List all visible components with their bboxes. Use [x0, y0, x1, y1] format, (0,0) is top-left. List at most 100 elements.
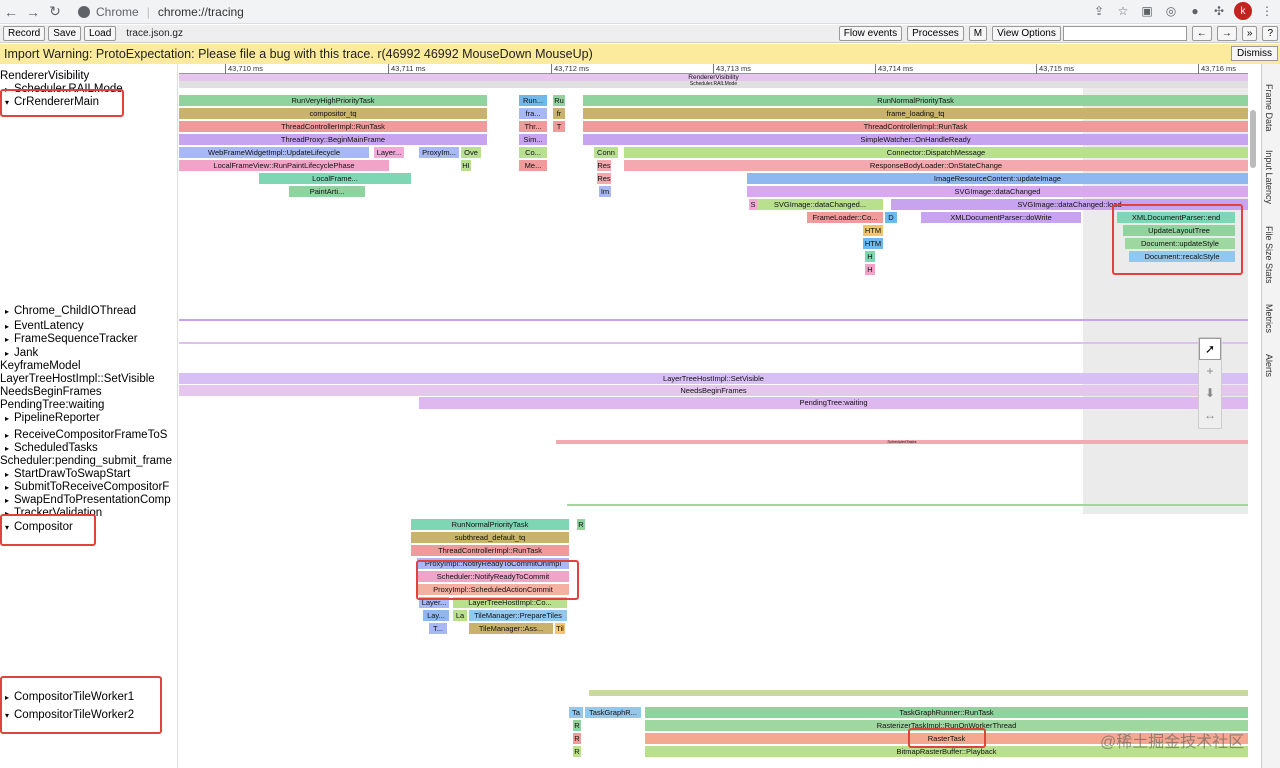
slice[interactable]: T... [429, 623, 447, 634]
slice[interactable]: Til [555, 623, 565, 634]
track-label[interactable]: ▸ FrameSequenceTracker [0, 333, 138, 345]
slice[interactable]: RunNormalPriorityTask [583, 95, 1248, 106]
slice[interactable]: H [865, 251, 875, 262]
slice[interactable]: compositor_tq [179, 108, 487, 119]
extension-circle-icon[interactable]: ◎ [1162, 2, 1180, 20]
bookmark-star-icon[interactable]: ☆ [1114, 2, 1132, 20]
dismiss-button[interactable]: Dismiss [1231, 46, 1278, 61]
track-label[interactable]: LayerTreeHostImpl::SetVisible [0, 373, 155, 385]
slice[interactable]: La [453, 610, 467, 621]
site-info-icon[interactable] [78, 6, 90, 18]
menu-dots-icon[interactable]: ⋮ [1258, 2, 1276, 20]
slice[interactable]: ThreadControllerImpl::RunTask [179, 121, 487, 132]
slice[interactable]: Co... [519, 147, 547, 158]
slice[interactable]: ThreadControllerImpl::RunTask [583, 121, 1248, 132]
slice[interactable]: RunNormalPriorityTask [411, 519, 569, 530]
side-tab-metrics[interactable]: Metrics [1264, 304, 1274, 333]
slice[interactable]: ThreadProxy::BeginMainFrame [179, 134, 487, 145]
slice[interactable]: Thr... [519, 121, 547, 132]
slice[interactable]: Conn [594, 147, 618, 158]
slice[interactable]: H [865, 264, 875, 275]
slice[interactable]: ScheduledTasks [556, 440, 1248, 444]
track-label[interactable]: ▸ SubmitToReceiveCompositorF [0, 481, 169, 493]
side-tab-input-latency[interactable]: Input Latency [1264, 150, 1274, 204]
prev-result-button[interactable]: ← [1191, 26, 1212, 41]
slice[interactable]: WebFrameWidgetImpl::UpdateLifecycle [179, 147, 369, 158]
save-button[interactable]: Save [48, 26, 82, 41]
slice[interactable]: Res [597, 173, 611, 184]
slice[interactable]: SimpleWatcher::OnHandleReady [583, 134, 1248, 145]
track-label[interactable]: ▸ PipelineReporter [0, 412, 100, 424]
slice[interactable]: Scheduler.RAILMode [179, 81, 1248, 88]
slice[interactable]: HTM [863, 225, 883, 236]
track-label[interactable]: NeedsBeginFrames [0, 386, 102, 398]
slice[interactable]: subthread_default_tq [411, 532, 569, 543]
slice[interactable]: fra... [519, 108, 547, 119]
flow-events-button[interactable]: Flow events [838, 26, 903, 41]
slice[interactable]: Sim... [519, 134, 547, 145]
slice[interactable]: XMLDocumentParser::doWrite [921, 212, 1081, 223]
track-label[interactable]: PendingTree:waiting [0, 399, 104, 411]
slice[interactable]: SVGImage::dataChanged [747, 186, 1248, 197]
slice[interactable]: LocalFrame... [259, 173, 411, 184]
slice[interactable]: Me... [519, 160, 547, 171]
record-button[interactable]: Record [3, 26, 46, 41]
slice[interactable]: SVGImage::dataChanged... [757, 199, 883, 210]
track-label[interactable]: RendererVisibility [0, 70, 89, 82]
extension-icon[interactable]: ▣ [1138, 2, 1156, 20]
slice[interactable]: R [573, 733, 581, 744]
slice[interactable]: TaskGraphRunner::RunTask [645, 707, 1248, 718]
slice[interactable]: LayerTreeHostImpl::SetVisible [179, 373, 1248, 384]
slice[interactable]: Ru [553, 95, 565, 106]
slice[interactable]: RunVeryHighPriorityTask [179, 95, 487, 106]
slice[interactable]: Connector::DispatchMessage [624, 147, 1248, 158]
track-label[interactable]: ▸ ReceiveCompositorFrameToS [0, 429, 167, 441]
slice[interactable]: TileManager::Ass... [469, 623, 553, 634]
slice[interactable]: Layer... [374, 147, 404, 158]
slice[interactable]: R [573, 746, 581, 757]
track-label[interactable]: ▸ ScheduledTasks [0, 442, 98, 454]
metadata-button[interactable]: M [968, 26, 988, 41]
slice[interactable]: T [553, 121, 565, 132]
slice[interactable]: NeedsBeginFrames [179, 385, 1248, 396]
side-tab-file-size[interactable]: File Size Stats [1264, 226, 1274, 284]
track-label[interactable]: ▸ EventLatency [0, 320, 84, 332]
slice[interactable]: D [885, 212, 897, 223]
view-options-button[interactable]: View Options [992, 26, 1061, 41]
zoom-in-icon[interactable]: + [1199, 360, 1221, 382]
slice[interactable]: R [573, 720, 581, 731]
pan-icon[interactable]: ⬇ [1199, 382, 1221, 404]
slice[interactable]: FrameLoader::Co... [807, 212, 883, 223]
slice[interactable]: RendererVisibility [179, 74, 1248, 81]
selection-mode-icon[interactable]: ➚ [1199, 338, 1221, 360]
slice[interactable]: frame_loading_tq [583, 108, 1248, 119]
extension-globe-icon[interactable]: ● [1186, 2, 1204, 20]
slice[interactable]: HI [461, 160, 471, 171]
slice[interactable]: Ta [569, 707, 583, 718]
slice[interactable]: TaskGraphR... [585, 707, 641, 718]
side-tab-frame-data[interactable]: Frame Data [1264, 84, 1274, 132]
slice[interactable]: R [577, 519, 585, 530]
track-label[interactable]: ▸ StartDrawToSwapStart [0, 468, 130, 480]
timeline-viewport[interactable]: 43,710 ms 43,711 ms 43,712 ms 43,713 ms … [179, 64, 1248, 768]
url-text[interactable]: chrome://tracing [158, 5, 244, 19]
slice[interactable]: HTM [863, 238, 883, 249]
slice[interactable]: ResponseBodyLoader::OnStateChange [624, 160, 1248, 171]
slice[interactable]: Run... [519, 95, 547, 106]
omnibox[interactable]: Chrome | chrome://tracing [78, 2, 1078, 22]
track-label[interactable]: Scheduler:pending_submit_frame [0, 455, 172, 467]
help-button[interactable]: ? [1262, 26, 1278, 41]
share-icon[interactable]: ⇪ [1090, 2, 1108, 20]
next-result-button[interactable]: → [1216, 26, 1237, 41]
slice[interactable]: Lay... [423, 610, 449, 621]
slice[interactable]: fr [553, 108, 565, 119]
slice[interactable]: ThreadControllerImpl::RunTask [411, 545, 569, 556]
reload-icon[interactable]: ↻ [44, 1, 66, 23]
slice[interactable]: LocalFrameView::RunPaintLifecyclePhase [179, 160, 389, 171]
track-label[interactable]: ▸ Jank [0, 347, 38, 359]
track-label[interactable]: ▸ Chrome_ChildIOThread [0, 305, 136, 317]
processes-button[interactable]: Processes [907, 26, 964, 41]
timing-mode-icon[interactable]: ↔ [1199, 404, 1221, 426]
puzzle-icon[interactable]: ✣ [1210, 2, 1228, 20]
slice[interactable]: TileManager::PrepareTiles [469, 610, 567, 621]
